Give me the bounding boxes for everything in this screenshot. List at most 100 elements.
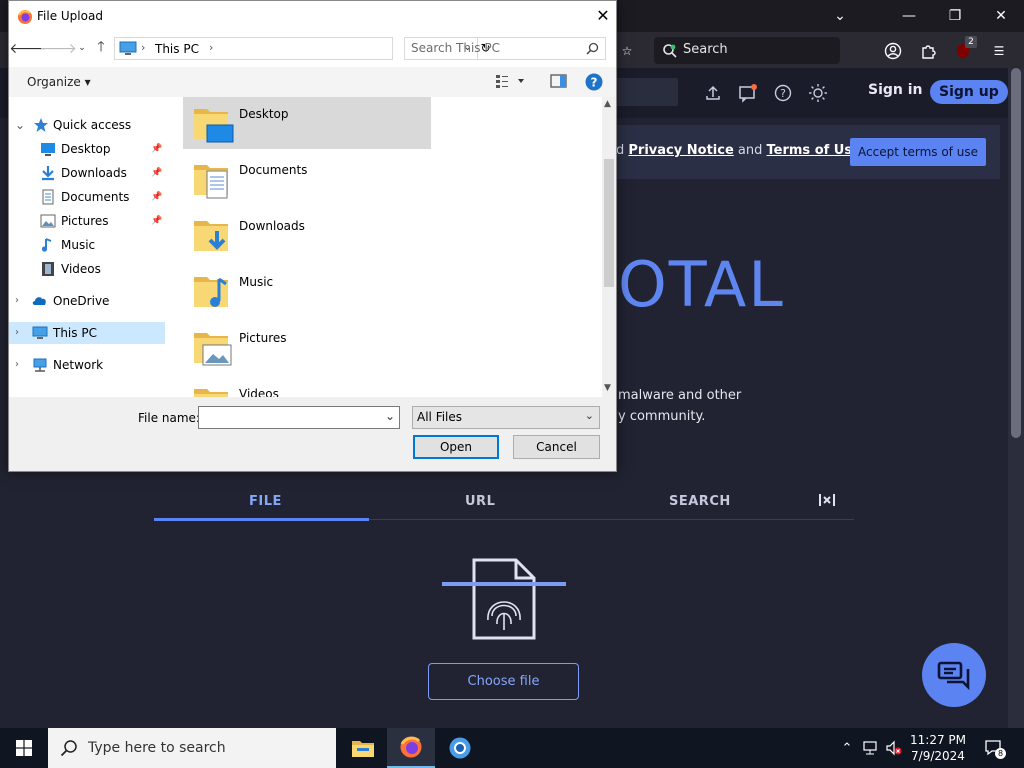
address-bar[interactable]: › This PC › ⌄ ↻	[114, 37, 491, 60]
folder-item-videos[interactable]: Videos	[183, 377, 431, 397]
folder-item-documents[interactable]: Documents	[183, 153, 431, 205]
firefox-icon	[18, 10, 32, 24]
tab-file[interactable]: FILE	[249, 494, 282, 509]
show-hidden-icons-chevron-icon[interactable]: ⌃	[838, 739, 856, 757]
collapsed-chevron-icon[interactable]: ›	[15, 322, 19, 344]
nav-desktop[interactable]: Desktop 📌	[9, 138, 165, 160]
nav-network[interactable]: › Network	[9, 354, 165, 376]
search-icon	[60, 740, 77, 757]
firefox-app[interactable]	[387, 728, 435, 768]
notification-count-badge: 8	[995, 748, 1006, 759]
nav-documents[interactable]: Documents 📌	[9, 186, 165, 208]
cancel-button[interactable]: Cancel	[513, 435, 600, 459]
banner-text: d Privacy Notice and Terms of Use.	[616, 143, 865, 158]
tab-url[interactable]: URL	[465, 494, 495, 509]
vt-search-input[interactable]	[612, 78, 678, 106]
fingerprint-file-icon	[442, 558, 566, 640]
browser-search-label: Search	[683, 42, 728, 57]
help-icon[interactable]: ?	[585, 73, 603, 94]
folder-item-downloads[interactable]: Downloads	[183, 209, 431, 261]
terms-of-use-link[interactable]: Terms of Use	[767, 143, 861, 158]
organize-button[interactable]: Organize ▾	[27, 75, 91, 89]
page-scrollbar-thumb[interactable]	[1011, 68, 1021, 438]
help-icon[interactable]: ?	[772, 82, 794, 104]
desktop-icon	[41, 143, 55, 156]
list-all-tabs-icon[interactable]: ⌄	[817, 0, 863, 32]
windows-taskbar: Type here to search ⌃ 11:27 PM 7/9/2024 …	[0, 728, 1024, 768]
tab-vt-intelligence-icon[interactable]	[817, 490, 837, 513]
folder-item-desktop[interactable]: Desktop	[183, 97, 431, 149]
file-explorer-app[interactable]	[339, 728, 387, 768]
banner-text-and: and	[737, 143, 763, 158]
open-button[interactable]: Open	[413, 435, 499, 459]
browser-search-box[interactable]: Search	[654, 37, 840, 64]
forward-arrow-icon[interactable]: 🡒	[39, 39, 77, 57]
chrome-app[interactable]	[436, 728, 484, 768]
account-icon[interactable]	[882, 40, 904, 62]
nav-music[interactable]: Music	[9, 234, 165, 256]
breadcrumb-chevron-icon[interactable]: ›	[209, 41, 213, 54]
menu-hamburger-icon[interactable]: ☰	[988, 40, 1010, 62]
nav-onedrive[interactable]: › OneDrive	[9, 290, 165, 312]
nav-videos[interactable]: Videos	[9, 258, 165, 280]
theme-sun-icon[interactable]	[807, 82, 829, 104]
accept-terms-button[interactable]: Accept terms of use	[850, 138, 986, 166]
restore-button[interactable]: ❐	[932, 0, 978, 32]
nav-quick-access[interactable]: ⌄ Quick access	[9, 114, 165, 136]
nav-quick-access-label: Quick access	[53, 118, 132, 132]
network-tray-icon[interactable]	[862, 739, 880, 757]
folder-item-music[interactable]: Music	[183, 265, 431, 317]
address-this-pc[interactable]: This PC	[155, 42, 199, 56]
nav-network-label: Network	[53, 358, 104, 372]
content-scrollbar-thumb[interactable]	[604, 159, 614, 287]
nav-pictures[interactable]: Pictures 📌	[9, 210, 165, 232]
nav-desktop-label: Desktop	[61, 142, 111, 156]
back-arrow-icon[interactable]: 🡐	[9, 39, 47, 57]
collapsed-chevron-icon[interactable]: ›	[15, 354, 19, 376]
documents-icon	[42, 189, 54, 205]
dialog-title: File Upload	[37, 9, 103, 23]
chevron-down-icon[interactable]: ⌄	[385, 409, 395, 423]
sign-up-button[interactable]: Sign up	[930, 80, 1008, 104]
folder-item-pictures[interactable]: Pictures	[183, 321, 431, 373]
scroll-down-arrow-icon[interactable]: ▼	[604, 383, 611, 393]
tab-search[interactable]: SEARCH	[669, 494, 731, 509]
scroll-up-arrow-icon[interactable]: ▲	[604, 99, 611, 109]
downloads-arrow-icon	[42, 166, 54, 181]
dialog-close-button[interactable]: ✕	[593, 6, 613, 26]
taskbar-search-box[interactable]: Type here to search	[48, 728, 336, 768]
close-window-button[interactable]: ✕	[978, 0, 1024, 32]
nav-documents-label: Documents	[61, 190, 130, 204]
recent-locations-chevron-icon[interactable]: ⌄	[73, 39, 91, 57]
system-clock[interactable]: 11:27 PM 7/9/2024	[900, 732, 976, 764]
clock-time: 11:27 PM	[910, 733, 966, 747]
sign-in-link[interactable]: Sign in	[868, 82, 923, 98]
expanded-chevron-icon[interactable]: ⌄	[15, 114, 25, 136]
privacy-notice-link[interactable]: Privacy Notice	[628, 143, 733, 158]
dialog-search-input[interactable]	[411, 41, 581, 55]
file-type-select[interactable]: All Files ⌄	[412, 406, 600, 429]
search-icon	[663, 44, 677, 58]
nav-downloads[interactable]: Downloads 📌	[9, 162, 165, 184]
extensions-puzzle-icon[interactable]	[918, 40, 940, 62]
chat-support-button[interactable]	[922, 643, 986, 707]
content-scrollbar[interactable]: ▲ ▼	[602, 97, 616, 397]
page-scrollbar[interactable]	[1008, 68, 1024, 728]
choose-file-button[interactable]: Choose file	[428, 663, 579, 700]
up-arrow-icon[interactable]: 🡑	[92, 39, 110, 57]
extension-badge: 2	[965, 36, 977, 48]
start-button[interactable]	[0, 728, 48, 768]
change-view-icon[interactable]	[495, 73, 525, 92]
bookmark-star-icon[interactable]: ☆	[616, 40, 638, 62]
nav-this-pc[interactable]: › This PC	[9, 322, 165, 344]
collapsed-chevron-icon[interactable]: ›	[15, 290, 19, 312]
file-name-input[interactable]: ⌄	[198, 406, 400, 429]
minimize-button[interactable]: —	[886, 0, 932, 32]
pictures-folder-icon	[194, 333, 232, 366]
notifications-icon[interactable]	[737, 82, 759, 104]
upload-icon[interactable]	[702, 82, 724, 104]
taskbar-search-placeholder: Type here to search	[88, 740, 226, 756]
dialog-search-box[interactable]	[404, 37, 606, 60]
onedrive-cloud-icon	[32, 297, 46, 305]
preview-pane-icon[interactable]	[550, 74, 567, 91]
